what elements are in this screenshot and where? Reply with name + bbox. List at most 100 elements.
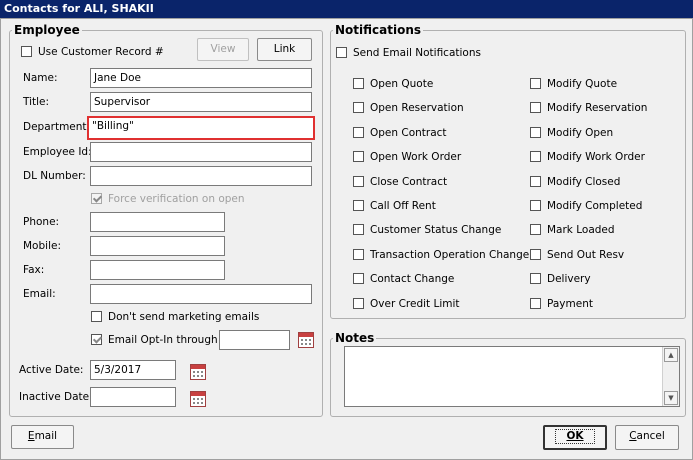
- notify-label: Mark Loaded: [547, 224, 615, 237]
- notify-checkbox-box[interactable]: [530, 273, 541, 285]
- employee-id-label: Employee Id:: [23, 146, 92, 158]
- notify-checkbox-box[interactable]: [530, 151, 541, 163]
- notify-right-4-checkbox[interactable]: Modify Closed: [530, 175, 620, 189]
- notes-textarea[interactable]: ▲ ▼: [344, 346, 680, 407]
- force-verification-box[interactable]: [91, 193, 102, 204]
- phone-label: Phone:: [23, 216, 60, 228]
- notify-checkbox-box[interactable]: [353, 175, 364, 187]
- notify-right-8-checkbox[interactable]: Delivery: [530, 273, 591, 286]
- use-customer-record-box[interactable]: [21, 46, 32, 57]
- notify-left-8-checkbox[interactable]: Contact Change: [353, 273, 454, 286]
- contacts-dialog: Employee Use Customer Record # View Link…: [0, 18, 693, 460]
- notify-checkbox-box[interactable]: [530, 200, 541, 211]
- send-email-notifications-box[interactable]: [336, 47, 347, 58]
- notify-label: Open Reservation: [370, 102, 464, 115]
- notify-label: Open Quote: [370, 78, 434, 90]
- email-input[interactable]: [90, 284, 312, 304]
- active-date-label: Active Date:: [19, 364, 84, 376]
- dont-send-marketing-checkbox[interactable]: Don't send marketing emails: [91, 311, 259, 324]
- notify-right-5-checkbox[interactable]: Modify Completed: [530, 200, 642, 213]
- notify-checkbox-box[interactable]: [353, 224, 364, 236]
- view-button[interactable]: View: [197, 38, 249, 61]
- notify-left-3-checkbox[interactable]: Open Work Order: [353, 151, 461, 164]
- title-label: Title:: [23, 96, 50, 108]
- notify-checkbox-box[interactable]: [353, 200, 364, 211]
- employee-legend: Employee: [14, 23, 80, 37]
- inactive-date-label: Inactive Date:: [19, 391, 93, 403]
- notify-checkbox-box[interactable]: [530, 126, 541, 138]
- name-input[interactable]: Jane Doe: [90, 68, 312, 88]
- notify-label: Transaction Operation Change: [370, 248, 530, 261]
- notify-left-2-checkbox[interactable]: Open Contract: [353, 126, 447, 140]
- notify-right-7-checkbox[interactable]: Send Out Resv: [530, 248, 624, 262]
- cancel-button[interactable]: Cancel: [615, 425, 679, 450]
- notify-checkbox-box[interactable]: [530, 175, 541, 187]
- department-label: Department:: [23, 121, 91, 133]
- notify-label: Modify Work Order: [547, 151, 645, 164]
- email-opt-in-date-input[interactable]: [219, 330, 290, 350]
- window-title: Contacts for ALI, SHAKII: [0, 0, 693, 18]
- notify-left-4-checkbox[interactable]: Close Contract: [353, 175, 447, 189]
- scroll-up-icon[interactable]: ▲: [664, 348, 678, 362]
- inactive-date-calendar-icon[interactable]: [190, 391, 206, 407]
- notify-left-7-checkbox[interactable]: Transaction Operation Change: [353, 248, 530, 262]
- email-opt-in-box[interactable]: [91, 334, 102, 345]
- notify-checkbox-box[interactable]: [530, 78, 541, 89]
- notify-checkbox-box[interactable]: [530, 297, 541, 309]
- use-customer-record-checkbox[interactable]: Use Customer Record #: [21, 46, 164, 59]
- inactive-date-input[interactable]: [90, 387, 176, 407]
- notify-checkbox-box[interactable]: [353, 297, 364, 309]
- notify-checkbox-box[interactable]: [353, 78, 364, 89]
- phone-input[interactable]: [90, 212, 225, 232]
- force-verification-checkbox[interactable]: Force verification on open: [91, 193, 245, 206]
- notify-label: Modify Reservation: [547, 102, 648, 115]
- mobile-label: Mobile:: [23, 240, 61, 252]
- notify-left-5-checkbox[interactable]: Call Off Rent: [353, 200, 436, 213]
- email-opt-in-calendar-icon[interactable]: [298, 332, 314, 348]
- ok-label: OK: [555, 429, 595, 444]
- link-button[interactable]: Link: [257, 38, 312, 61]
- notify-right-6-checkbox[interactable]: Mark Loaded: [530, 224, 615, 237]
- notify-checkbox-box[interactable]: [530, 248, 541, 260]
- email-button[interactable]: Email: [11, 425, 74, 449]
- notify-checkbox-box[interactable]: [353, 102, 364, 114]
- send-email-notifications-checkbox[interactable]: Send Email Notifications: [336, 47, 481, 60]
- notify-label: Open Work Order: [370, 151, 462, 164]
- notify-left-0-checkbox[interactable]: Open Quote: [353, 78, 433, 91]
- notes-scrollbar[interactable]: ▲ ▼: [662, 347, 679, 406]
- notify-left-9-checkbox[interactable]: Over Credit Limit: [353, 297, 460, 311]
- notify-checkbox-box[interactable]: [353, 248, 364, 260]
- dl-number-input[interactable]: [90, 166, 312, 186]
- notify-checkbox-box[interactable]: [530, 102, 541, 114]
- ok-button[interactable]: OK: [543, 425, 607, 450]
- notify-label: Contact Change: [370, 273, 455, 286]
- notify-right-3-checkbox[interactable]: Modify Work Order: [530, 151, 645, 164]
- department-input[interactable]: "Billing": [87, 116, 315, 140]
- notify-checkbox-box[interactable]: [353, 126, 364, 138]
- email-opt-in-checkbox[interactable]: Email Opt-In through: [91, 334, 218, 347]
- active-date-calendar-icon[interactable]: [190, 364, 206, 380]
- notify-left-1-checkbox[interactable]: Open Reservation: [353, 102, 464, 115]
- notify-right-9-checkbox[interactable]: Payment: [530, 297, 593, 311]
- notify-right-1-checkbox[interactable]: Modify Reservation: [530, 102, 647, 115]
- employee-id-input[interactable]: [90, 142, 312, 162]
- notify-right-2-checkbox[interactable]: Modify Open: [530, 126, 613, 140]
- notifications-legend: Notifications: [335, 23, 422, 37]
- notify-label: Modify Completed: [547, 200, 643, 212]
- notify-left-6-checkbox[interactable]: Customer Status Change: [353, 224, 501, 237]
- notify-label: Open Contract: [370, 126, 447, 139]
- notify-label: Payment: [547, 297, 593, 310]
- title-input[interactable]: Supervisor: [90, 92, 312, 112]
- notify-checkbox-box[interactable]: [353, 273, 364, 285]
- active-date-input[interactable]: 5/3/2017: [90, 360, 176, 380]
- notify-checkbox-box[interactable]: [353, 151, 364, 163]
- email-label: Email:: [23, 288, 56, 300]
- notify-right-0-checkbox[interactable]: Modify Quote: [530, 78, 617, 91]
- fax-input[interactable]: [90, 260, 225, 280]
- scroll-down-icon[interactable]: ▼: [664, 391, 678, 405]
- notify-checkbox-box[interactable]: [530, 224, 541, 236]
- mobile-input[interactable]: [90, 236, 225, 256]
- name-label: Name:: [23, 72, 58, 84]
- dont-send-marketing-box[interactable]: [91, 311, 102, 322]
- dl-number-label: DL Number:: [23, 170, 86, 182]
